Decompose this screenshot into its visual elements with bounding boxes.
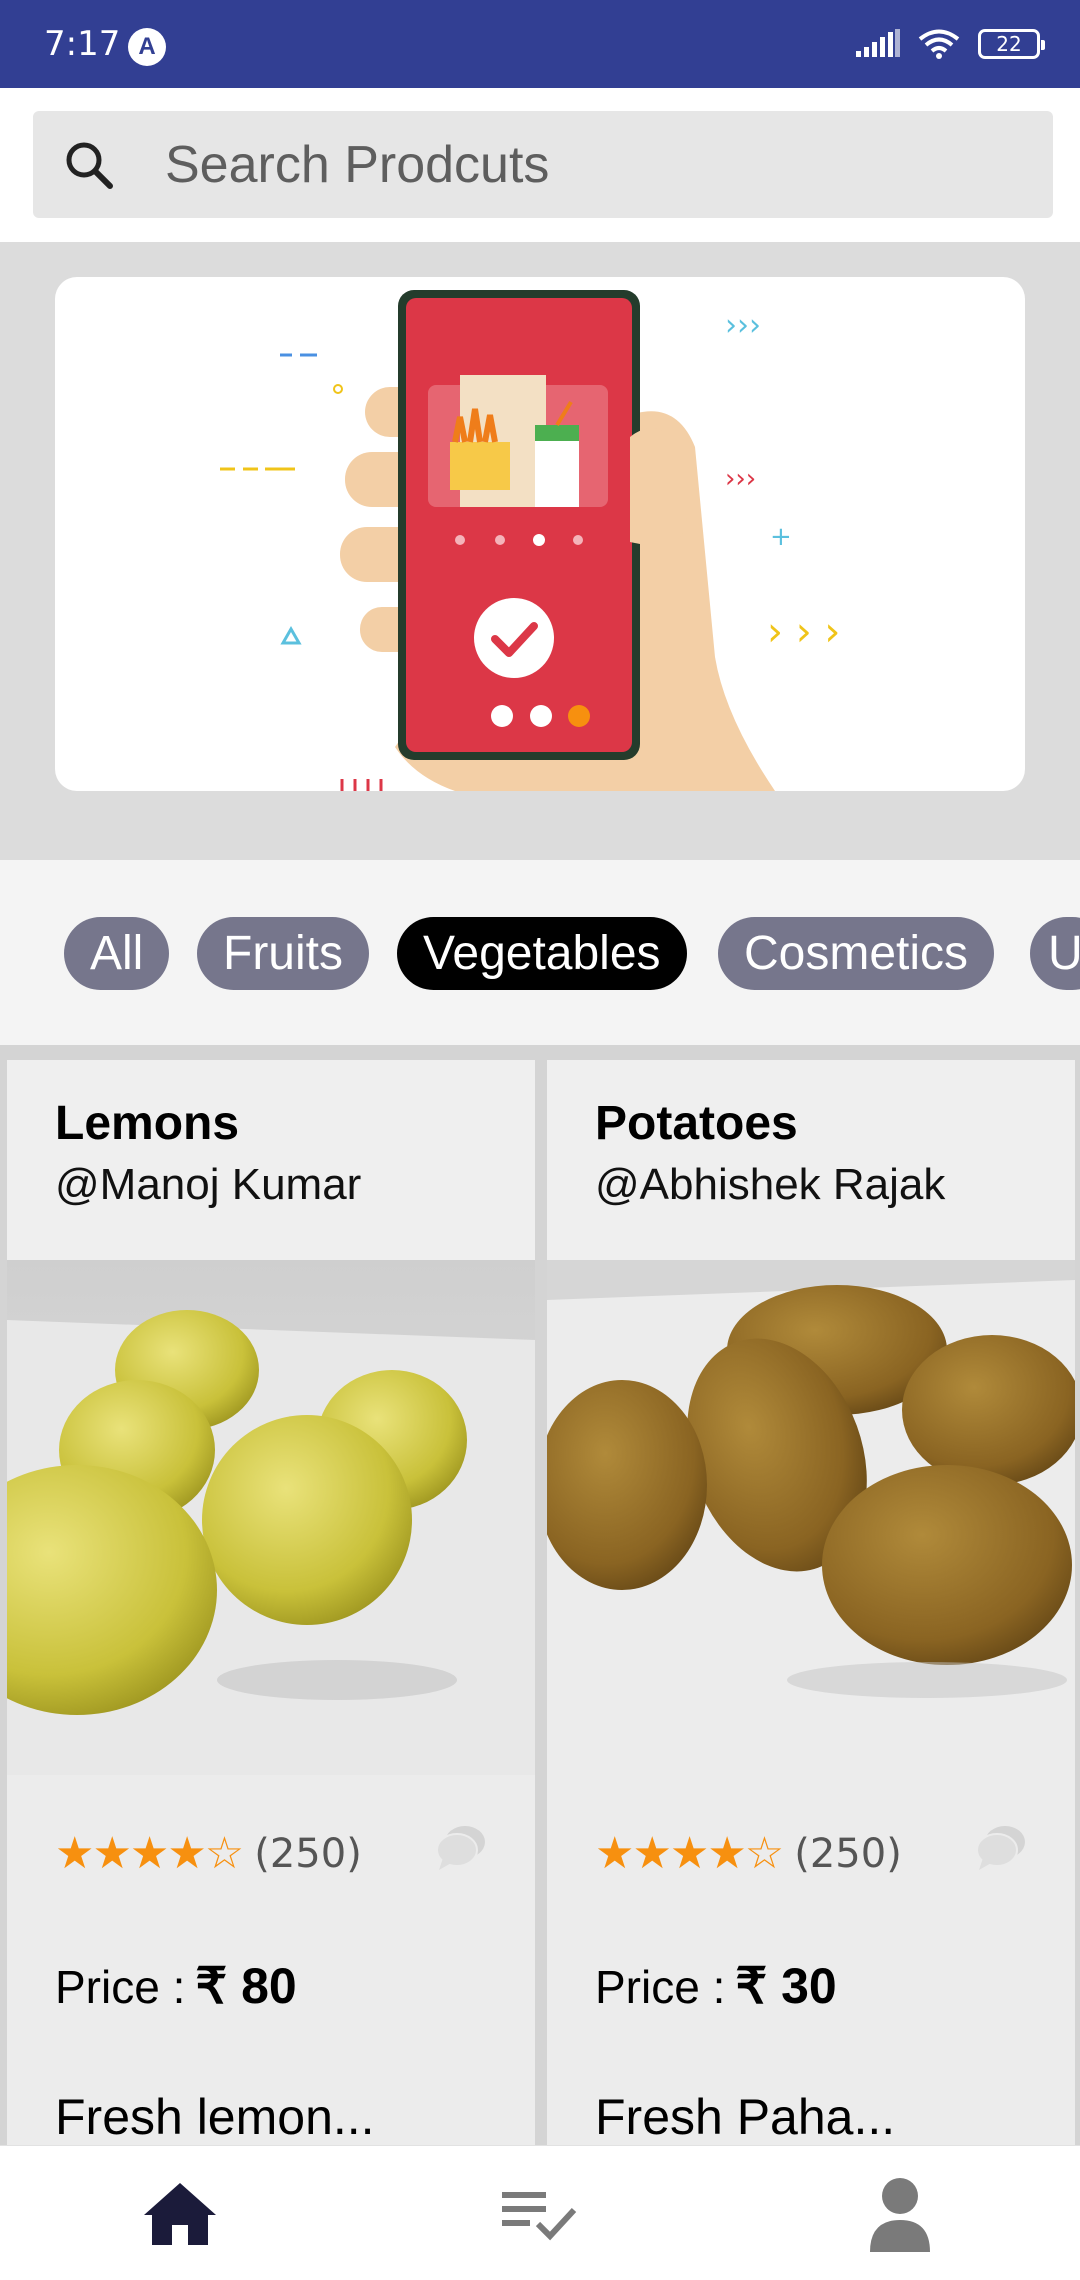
phone-shopping-illustration: ››› ››› + › › › bbox=[220, 290, 840, 791]
product-image[interactable] bbox=[547, 1260, 1075, 1775]
product-seller[interactable]: @Manoj Kumar bbox=[55, 1160, 361, 1210]
price-value: ₹ 80 bbox=[195, 1958, 297, 2014]
product-rating: ★★★★☆ (250) bbox=[55, 1828, 362, 1879]
category-chip-fruits[interactable]: Fruits bbox=[197, 917, 369, 990]
price-value: ₹ 30 bbox=[735, 1958, 837, 2014]
product-description: Fresh Paha... bbox=[595, 2089, 896, 2145]
category-filter: All Fruits Vegetables Cosmetics U bbox=[0, 860, 1080, 1045]
product-title: Lemons bbox=[55, 1097, 240, 1150]
lemons-photo bbox=[7, 1260, 535, 1775]
status-time: 7:17 bbox=[44, 24, 121, 64]
product-card[interactable]: Lemons @Manoj Kumar ★★★★☆ (250) Price: … bbox=[7, 1060, 535, 2145]
product-grid: Lemons @Manoj Kumar ★★★★☆ (250) Price: … bbox=[0, 1045, 1080, 2145]
product-card-header: Potatoes @Abhishek Rajak bbox=[547, 1060, 1075, 1260]
person-icon bbox=[870, 2178, 930, 2252]
signal-icon bbox=[856, 29, 900, 57]
nav-profile[interactable] bbox=[855, 2174, 945, 2254]
battery-level: 22 bbox=[996, 32, 1022, 56]
nav-home[interactable] bbox=[135, 2174, 225, 2254]
search-input[interactable] bbox=[165, 111, 1025, 218]
product-price: Price : ₹ 30 bbox=[595, 1957, 837, 2015]
price-label: Price : bbox=[55, 1961, 186, 2013]
checklist-icon bbox=[502, 2192, 577, 2241]
banner-area: ››› ››› + › › › bbox=[0, 242, 1080, 860]
potatoes-photo bbox=[547, 1260, 1075, 1775]
product-card[interactable]: Potatoes @Abhishek Rajak ★★★★☆ (250) Pri… bbox=[547, 1060, 1075, 2145]
product-description: Fresh lemon... bbox=[55, 2089, 375, 2145]
svg-text:› › ›: › › › bbox=[767, 609, 840, 655]
product-rating: ★★★★☆ (250) bbox=[595, 1828, 902, 1879]
category-chip-cosmetics[interactable]: Cosmetics bbox=[718, 917, 995, 990]
search-icon bbox=[66, 142, 113, 189]
status-icons: 22 bbox=[856, 24, 1045, 64]
wifi-icon bbox=[918, 29, 960, 59]
category-chip-all[interactable]: All bbox=[64, 917, 170, 990]
product-title: Potatoes bbox=[595, 1097, 798, 1150]
rating-count: (250) bbox=[794, 1830, 902, 1877]
star-rating: ★★★★☆ bbox=[595, 1828, 784, 1879]
category-chip-more[interactable]: U bbox=[1030, 917, 1080, 990]
price-label: Price : bbox=[595, 1961, 726, 2013]
star-rating: ★★★★☆ bbox=[55, 1828, 244, 1879]
promo-banner[interactable]: ››› ››› + › › › bbox=[55, 277, 1025, 791]
product-image[interactable] bbox=[7, 1260, 535, 1775]
product-card-header: Lemons @Manoj Kumar bbox=[7, 1060, 535, 1260]
category-chip-vegetables[interactable]: Vegetables bbox=[397, 917, 687, 990]
svg-text:›››: ››› bbox=[725, 464, 756, 494]
rating-count: (250) bbox=[254, 1830, 362, 1877]
search-area bbox=[0, 88, 1080, 242]
search-bar[interactable] bbox=[33, 111, 1053, 218]
nav-orders[interactable] bbox=[495, 2174, 585, 2254]
product-seller[interactable]: @Abhishek Rajak bbox=[595, 1160, 945, 1210]
svg-text:+: + bbox=[770, 522, 792, 552]
status-bar: 7:17 A 22 bbox=[0, 0, 1080, 88]
svg-text:›››: ››› bbox=[725, 308, 761, 343]
app-badge-icon: A bbox=[128, 28, 166, 66]
home-icon bbox=[144, 2183, 216, 2245]
battery-icon: 22 bbox=[978, 29, 1045, 59]
product-price: Price : ₹ 80 bbox=[55, 1957, 297, 2015]
bottom-navigation bbox=[0, 2145, 1080, 2280]
comment-icon[interactable] bbox=[435, 1822, 487, 1874]
comment-icon[interactable] bbox=[975, 1822, 1027, 1874]
